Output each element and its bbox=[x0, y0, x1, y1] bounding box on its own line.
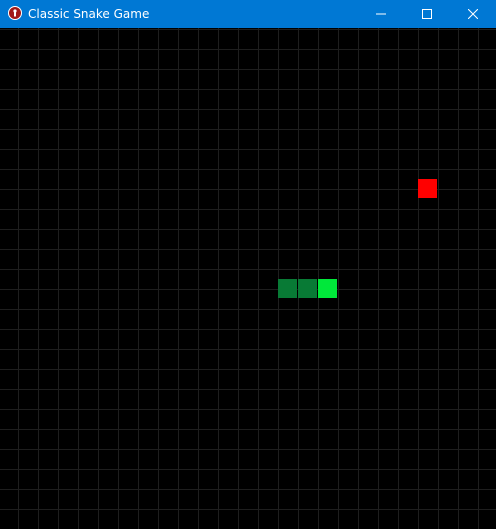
minimize-button[interactable] bbox=[358, 0, 404, 28]
maximize-button[interactable] bbox=[404, 0, 450, 28]
snake-app-icon bbox=[8, 6, 22, 20]
snake-head bbox=[318, 279, 337, 298]
food-pellet bbox=[418, 179, 437, 198]
game-window: Classic Snake Game bbox=[0, 0, 496, 529]
game-board[interactable] bbox=[0, 28, 496, 529]
close-button[interactable] bbox=[450, 0, 496, 28]
close-icon bbox=[468, 9, 478, 19]
board-grid bbox=[0, 28, 496, 529]
title-bar[interactable]: Classic Snake Game bbox=[0, 0, 496, 28]
snake-body-segment bbox=[278, 279, 297, 298]
maximize-icon bbox=[422, 9, 432, 19]
minimize-icon bbox=[376, 13, 386, 15]
snake-body-segment bbox=[298, 279, 317, 298]
window-title: Classic Snake Game bbox=[28, 7, 150, 21]
